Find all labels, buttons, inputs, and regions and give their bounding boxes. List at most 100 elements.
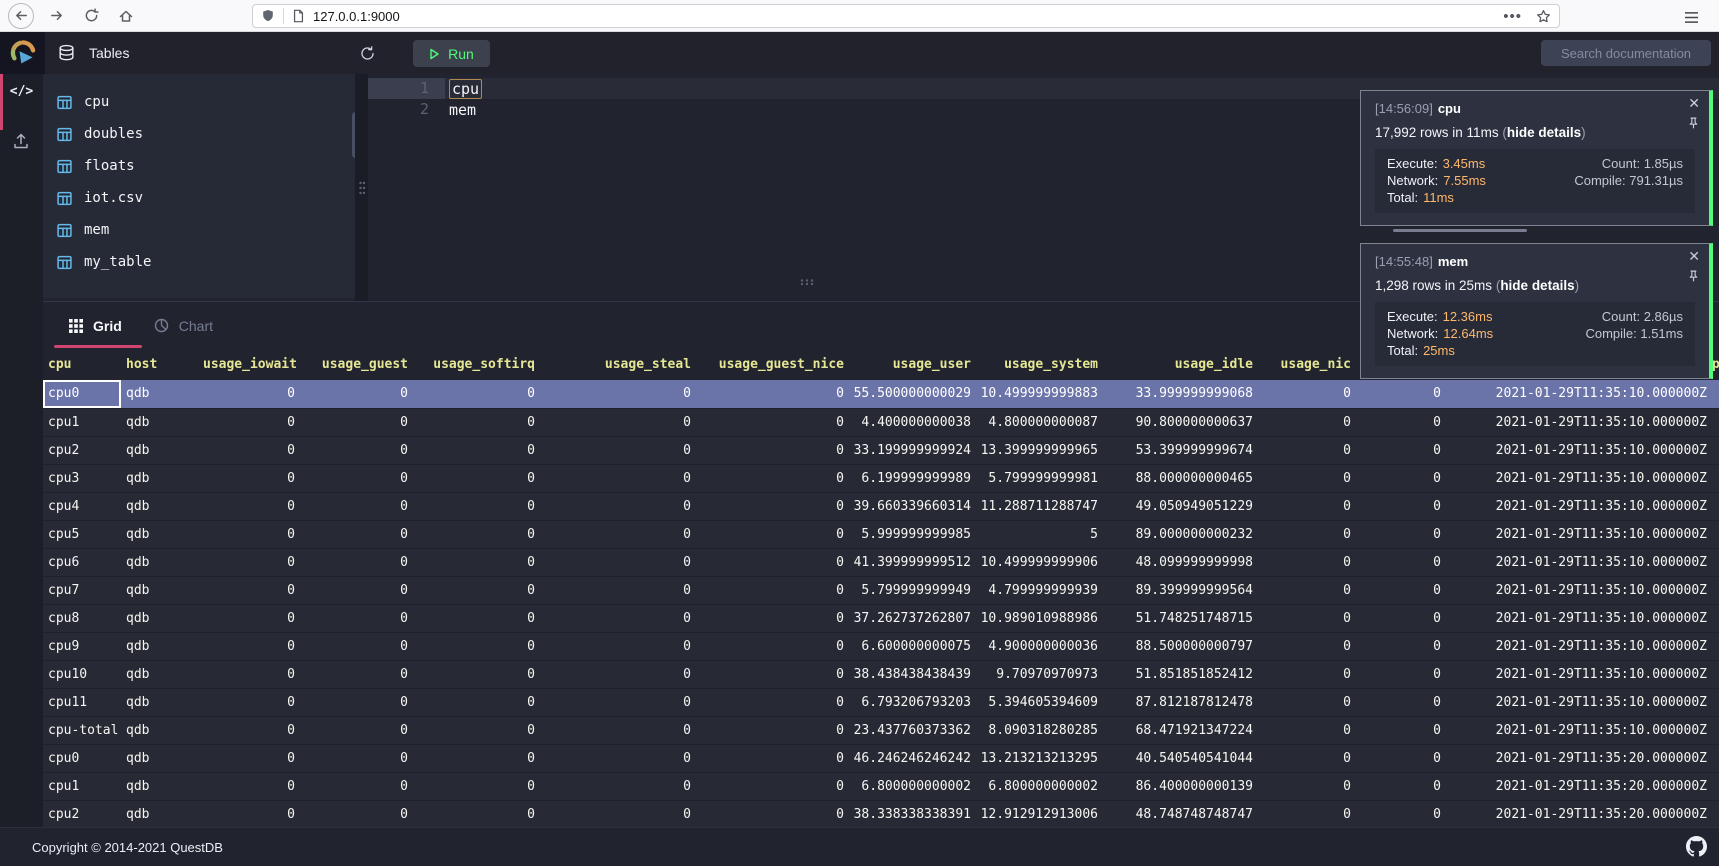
pin-icon[interactable]	[1687, 269, 1700, 286]
grid-cell[interactable]: 0	[543, 604, 699, 632]
column-header-usage_iowait[interactable]: usage_iowait	[203, 349, 303, 380]
grid-cell[interactable]: 0	[543, 436, 699, 464]
grid-cell[interactable]: cpu1	[43, 408, 121, 436]
grid-cell[interactable]: 48.099999999998	[1106, 548, 1261, 576]
grid-cell[interactable]: 0	[699, 436, 852, 464]
grid-cell[interactable]: cpu-total	[43, 716, 121, 744]
grid-cell[interactable]: 0	[303, 464, 416, 492]
sidebar-table-cpu[interactable]: cpu	[43, 86, 355, 118]
grid-cell[interactable]: 0	[203, 632, 303, 660]
grid-cell[interactable]: 0	[1359, 632, 1449, 660]
grid-cell[interactable]: 0	[1359, 380, 1449, 408]
questdb-logo[interactable]	[0, 32, 45, 74]
column-header-usage_guest_nice[interactable]: usage_guest_nice	[699, 349, 852, 380]
grid-cell[interactable]: cpu4	[43, 492, 121, 520]
grid-cell[interactable]: 0	[303, 632, 416, 660]
grid-cell[interactable]: qdb	[121, 660, 203, 688]
grid-cell[interactable]: 0	[699, 744, 852, 772]
column-header-usage_idle[interactable]: usage_idle	[1106, 349, 1261, 380]
grid-cell[interactable]: 0	[203, 772, 303, 800]
grid-cell[interactable]: 0	[416, 576, 543, 604]
grid-cell[interactable]: 0	[699, 408, 852, 436]
grid-cell[interactable]: 4.800000000087	[979, 408, 1106, 436]
grid-cell[interactable]: 2021-01-29T11:35:10.000000Z	[1449, 632, 1719, 660]
grid-cell[interactable]: 51.748251748715	[1106, 604, 1261, 632]
grid-cell[interactable]: 0	[1359, 408, 1449, 436]
table-row[interactable]: cpu9qdb000006.6000000000754.900000000036…	[43, 632, 1719, 660]
grid-cell[interactable]: 0	[1261, 632, 1359, 660]
grid-cell[interactable]: 0	[303, 660, 416, 688]
grid-cell[interactable]: 41.399999999512	[852, 548, 979, 576]
grid-cell[interactable]: 0	[543, 464, 699, 492]
grid-cell[interactable]: 0	[699, 548, 852, 576]
table-row[interactable]: cpu0qdb0000055.50000000002910.4999999998…	[43, 380, 1719, 408]
grid-cell[interactable]: 5	[979, 520, 1106, 548]
table-row[interactable]: cpu4qdb0000039.66033966031411.2887112887…	[43, 492, 1719, 520]
grid-cell[interactable]: 0	[303, 576, 416, 604]
table-row[interactable]: cpu1qdb000006.8000000000026.800000000002…	[43, 772, 1719, 800]
table-row[interactable]: cpu11qdb000006.7932067932035.39460539460…	[43, 688, 1719, 716]
grid-cell[interactable]: qdb	[121, 380, 203, 408]
grid-cell[interactable]: 0	[416, 716, 543, 744]
grid-cell[interactable]: 0	[1261, 772, 1359, 800]
column-header-host[interactable]: host	[121, 349, 203, 380]
grid-cell[interactable]: 0	[543, 772, 699, 800]
grid-cell[interactable]: 0	[1261, 744, 1359, 772]
grid-cell[interactable]: 0	[416, 660, 543, 688]
bookmark-star-icon[interactable]	[1536, 9, 1551, 24]
notifications-scrollbar-thumb[interactable]	[1393, 229, 1527, 232]
pin-icon[interactable]	[1687, 116, 1700, 133]
grid-cell[interactable]: 0	[699, 604, 852, 632]
page-actions-icon[interactable]: •••	[1503, 8, 1522, 25]
grid-cell[interactable]: 0	[1261, 688, 1359, 716]
grid-cell[interactable]: 68.471921347224	[1106, 716, 1261, 744]
grid-cell[interactable]: 0	[203, 380, 303, 408]
grid-cell[interactable]: 0	[1261, 800, 1359, 828]
table-row[interactable]: cpu7qdb000005.7999999999494.799999999939…	[43, 576, 1719, 604]
grid-cell[interactable]: 87.812187812478	[1106, 688, 1261, 716]
grid-cell[interactable]: 0	[1359, 464, 1449, 492]
grid-cell[interactable]: 0	[416, 436, 543, 464]
grid-cell[interactable]: 0	[543, 380, 699, 408]
grid-cell[interactable]: 0	[1359, 688, 1449, 716]
grid-cell[interactable]: 0	[203, 408, 303, 436]
grid-cell[interactable]: 0	[543, 800, 699, 828]
grid-cell[interactable]: 12.912912913006	[979, 800, 1106, 828]
close-icon[interactable]: ✕	[1688, 249, 1700, 263]
browser-back-button[interactable]	[8, 3, 34, 29]
grid-cell[interactable]: 38.438438438439	[852, 660, 979, 688]
grid-cell[interactable]: qdb	[121, 436, 203, 464]
refresh-tables-button[interactable]	[356, 42, 379, 65]
grid-cell[interactable]: 2021-01-29T11:35:10.000000Z	[1449, 548, 1719, 576]
grid-cell[interactable]: 90.800000000637	[1106, 408, 1261, 436]
grid-cell[interactable]: 0	[1261, 576, 1359, 604]
sidebar-table-my_table[interactable]: my_table	[43, 246, 355, 278]
grid-cell[interactable]: 0	[416, 688, 543, 716]
grid-cell[interactable]: 0	[1359, 660, 1449, 688]
grid-cell[interactable]: qdb	[121, 744, 203, 772]
grid-cell[interactable]: 0	[203, 464, 303, 492]
hide-details-link[interactable]: hide details	[1500, 278, 1574, 293]
table-row[interactable]: cpu1qdb000004.4000000000384.800000000087…	[43, 408, 1719, 436]
grid-cell[interactable]: 0	[699, 632, 852, 660]
github-icon[interactable]	[1686, 836, 1707, 862]
grid-cell[interactable]: 2021-01-29T11:35:10.000000Z	[1449, 716, 1719, 744]
grid-cell[interactable]: 11.288711288747	[979, 492, 1106, 520]
grid-cell[interactable]: cpu2	[43, 800, 121, 828]
grid-cell[interactable]: 0	[416, 632, 543, 660]
table-row[interactable]: cpu8qdb0000037.26273726280710.9890109889…	[43, 604, 1719, 632]
grid-cell[interactable]: 5.999999999985	[852, 520, 979, 548]
grid-cell[interactable]: 0	[303, 408, 416, 436]
grid-cell[interactable]: 2021-01-29T11:35:20.000000Z	[1449, 744, 1719, 772]
grid-cell[interactable]: qdb	[121, 716, 203, 744]
grid-cell[interactable]: 0	[203, 548, 303, 576]
grid-cell[interactable]: 0	[1359, 548, 1449, 576]
grid-cell[interactable]: 0	[203, 492, 303, 520]
browser-home-button[interactable]	[113, 3, 139, 29]
tab-grid[interactable]: Grid	[69, 318, 122, 334]
grid-cell[interactable]: 0	[1261, 716, 1359, 744]
grid-cell[interactable]: 0	[699, 464, 852, 492]
table-row[interactable]: cpu0qdb0000046.24624624624213.2132132132…	[43, 744, 1719, 772]
grid-cell[interactable]: qdb	[121, 408, 203, 436]
grid-cell[interactable]: 8.090318280285	[979, 716, 1106, 744]
